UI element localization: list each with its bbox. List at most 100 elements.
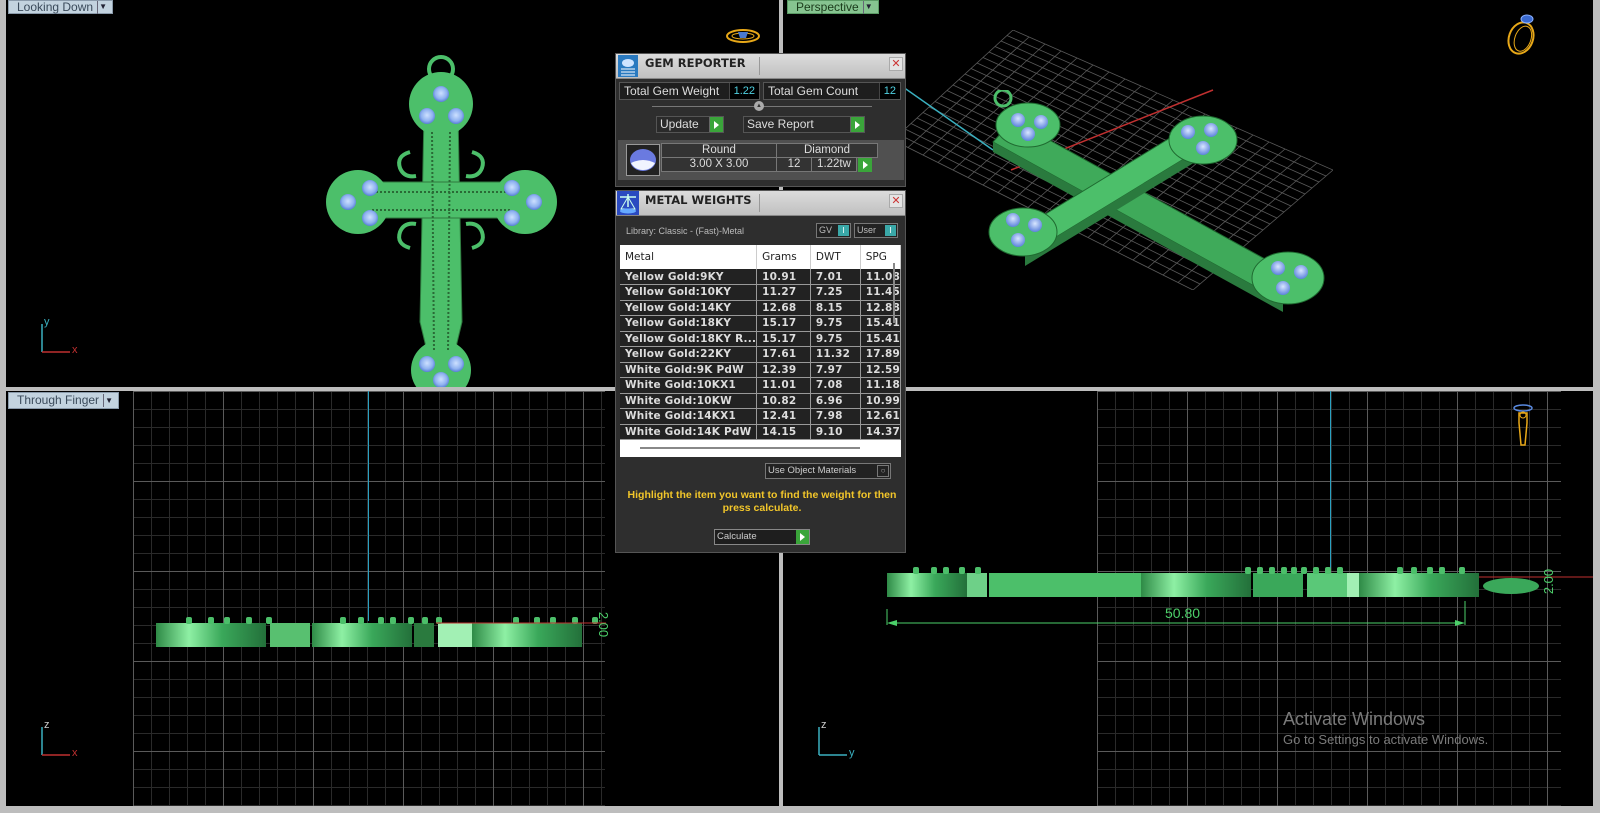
prong-stud <box>1257 567 1263 574</box>
metal-weights-table: Metal Grams DWT SPG Yellow Gold:9KY 10.91… <box>620 245 901 457</box>
use-object-materials-label: Use Object Materials <box>768 465 857 476</box>
table-row[interactable]: White Gold:10KW 10.82 6.96 10.99 <box>620 393 901 409</box>
gv-toggle-label: GV <box>819 225 833 235</box>
play-arrow-icon <box>796 530 809 544</box>
gem-reporter-icon <box>617 54 639 78</box>
dwt-cell: 7.08 <box>810 377 861 394</box>
calculate-label: Calculate <box>717 531 757 542</box>
table-row[interactable]: Yellow Gold:18KY 15.17 9.75 15.41 <box>620 315 901 332</box>
table-row[interactable]: Yellow Gold:22KY 17.61 11.32 17.89 <box>620 346 901 363</box>
update-button[interactable]: Update <box>656 116 724 133</box>
round-gem-icon <box>626 144 660 176</box>
table-row[interactable]: White Gold:10KX1 11.01 7.08 11.18 <box>620 377 901 394</box>
dimension-height-label: 2.00 <box>596 611 612 638</box>
spg-cell: 15.41 <box>860 331 901 347</box>
cross-model-side-view <box>156 617 606 647</box>
dwt-cell: 11.32 <box>810 346 861 363</box>
watermark-subtitle: Go to Settings to activate Windows. <box>1283 732 1489 747</box>
metal-cell: White Gold:10KX1 <box>620 377 758 394</box>
table-row[interactable]: Yellow Gold:10KY 11.27 7.25 11.45 <box>620 284 901 301</box>
use-object-materials-toggle[interactable]: Use Object Materials ○ <box>765 463 891 479</box>
chevron-down-icon[interactable]: ▼ <box>862 0 874 14</box>
library-label: Library: Classic - (Fast)-Metal <box>626 226 745 236</box>
metal-cell: White Gold:9K PdW <box>620 362 758 378</box>
table-row[interactable]: Yellow Gold:18KY R... 15.17 9.75 15.41 <box>620 331 901 347</box>
gem-reporter-title: GEM REPORTER <box>645 56 746 70</box>
grams-cell: 15.17 <box>756 331 811 347</box>
column-header-dwt[interactable]: DWT <box>810 245 861 269</box>
grams-cell: 12.39 <box>756 362 811 378</box>
column-header-metal[interactable]: Metal <box>620 245 758 269</box>
prong-stud <box>1291 567 1297 574</box>
dwt-cell: 8.15 <box>810 300 861 316</box>
metal-cell: Yellow Gold:14KY <box>620 300 758 316</box>
gem-reporter-titlebar[interactable]: GEM REPORTER ✕ <box>616 54 905 79</box>
metal-cell: Yellow Gold:22KY <box>620 346 758 363</box>
table-row[interactable]: Yellow Gold:14KY 12.68 8.15 12.88 <box>620 300 901 316</box>
gem-weight: 1.22tw <box>811 157 857 172</box>
horizontal-scrollbar[interactable] <box>640 447 860 449</box>
gem-list-item[interactable]: Round Diamond 3.00 X 3.00 12 1.22tw <box>618 140 904 180</box>
axis-label-h: x <box>72 747 78 759</box>
prong-stud <box>208 617 214 624</box>
gem-size: 3.00 X 3.00 <box>661 157 777 172</box>
save-report-button[interactable]: Save Report <box>743 116 865 133</box>
table-row[interactable]: White Gold:14K PdW 14.15 9.10 14.37 <box>620 424 901 440</box>
ring-perspective-icon[interactable] <box>1501 10 1541 61</box>
windows-activation-watermark: Activate Windows Go to Settings to activ… <box>1283 709 1488 747</box>
prong-stud <box>943 567 949 574</box>
ring-top-view-icon[interactable] <box>724 26 762 51</box>
save-report-label: Save Report <box>747 117 814 131</box>
update-label: Update <box>660 117 699 131</box>
prong-stud <box>1337 567 1343 574</box>
chevron-down-icon[interactable]: ▼ <box>97 0 108 14</box>
grams-cell: 14.15 <box>756 424 811 440</box>
spg-cell: 14.37 <box>860 424 901 440</box>
metal-cell: Yellow Gold:9KY <box>620 269 758 285</box>
watermark-title: Activate Windows <box>1283 709 1426 729</box>
gem-details-button[interactable] <box>858 158 872 172</box>
calculate-button[interactable]: Calculate <box>714 529 810 545</box>
cross-model-perspective <box>988 90 1325 312</box>
table-row[interactable]: Yellow Gold:9KY 10.91 7.01 11.08 <box>620 269 901 285</box>
close-icon[interactable]: ✕ <box>889 57 903 71</box>
metal-cell: White Gold:14KX1 <box>620 408 758 425</box>
dwt-cell: 7.01 <box>810 269 861 285</box>
dwt-cell: 9.75 <box>810 315 861 332</box>
vertical-scrollbar[interactable] <box>893 263 895 323</box>
metal-cell: Yellow Gold:10KY <box>620 284 758 301</box>
user-toggle[interactable]: User I <box>854 223 898 238</box>
grams-cell: 10.91 <box>756 269 811 285</box>
metal-cell: White Gold:14K PdW <box>620 424 758 440</box>
total-gem-count-label: Total Gem Count <box>768 84 859 98</box>
table-row[interactable]: White Gold:9K PdW 12.39 7.97 12.59 <box>620 362 901 378</box>
viewport-label: Looking Down <box>17 0 94 14</box>
grams-cell: 11.01 <box>756 377 811 394</box>
toggle-indicator-icon: I <box>838 225 849 236</box>
dimension-length-label: 50.80 <box>1165 605 1201 621</box>
column-header-grams[interactable]: Grams <box>756 245 811 269</box>
title-separator <box>759 57 760 75</box>
table-row[interactable]: White Gold:14KX1 12.41 7.98 12.61 <box>620 408 901 425</box>
viewport-view-selector[interactable]: Looking Down ▼ <box>8 0 114 14</box>
spg-cell: 17.89 <box>860 346 901 363</box>
collapse-toggle-icon[interactable]: ▲ <box>754 101 764 111</box>
axis-label-v: z <box>821 719 827 731</box>
prong-stud <box>422 617 428 624</box>
chevron-down-icon[interactable]: ▼ <box>103 394 114 407</box>
gv-toggle[interactable]: GV I <box>816 223 851 238</box>
dwt-cell: 9.75 <box>810 331 861 347</box>
viewport-view-selector[interactable]: Perspective ▼ <box>787 0 879 14</box>
spg-cell: 11.18 <box>860 377 901 394</box>
viewport-view-selector[interactable]: Through Finger ▼ <box>8 392 120 409</box>
dimension-height-label: 2.00 <box>1541 568 1557 595</box>
metal-weights-titlebar[interactable]: METAL WEIGHTS ✕ <box>616 191 905 216</box>
prong-stud <box>340 617 346 624</box>
cross-model-top-view <box>326 55 557 387</box>
play-arrow-icon <box>850 117 864 132</box>
close-icon[interactable]: ✕ <box>889 194 903 208</box>
ring-side-view-icon[interactable] <box>1511 403 1535 460</box>
gem-type: Diamond <box>776 143 878 158</box>
scale-icon <box>617 191 639 215</box>
viewport-label: Perspective <box>796 0 859 14</box>
